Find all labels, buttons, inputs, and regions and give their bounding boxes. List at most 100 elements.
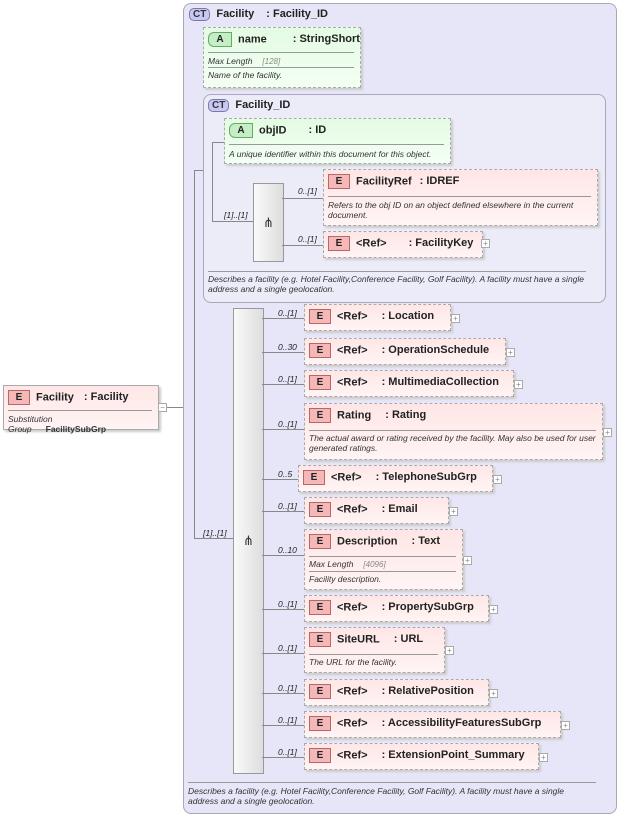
element-badge: E [328,174,350,189]
element-url[interactable]: E SiteURL: URL The URL for the facility. [304,627,445,673]
multiplicity: 0..[1] [278,715,297,725]
element-type: : Email [381,503,418,516]
expand-icon[interactable]: + [493,474,502,484]
multiplicity: 0..30 [278,342,297,352]
element-location[interactable]: E <Ref>: Location [304,304,451,331]
multiplicity: 0..[1] [278,683,297,693]
multiplicity: 0..[1] [278,643,297,653]
element-extensionpoint_summary[interactable]: E <Ref>: ExtensionPoint_Summary [304,743,539,770]
element-badge: E [309,343,331,358]
complex-type-description: Describes a facility (e.g. Hotel Facilit… [188,786,565,806]
complex-type-name: Facility [216,8,255,20]
expand-icon[interactable]: + [445,646,454,655]
complex-type-badge: CT [208,99,230,112]
element-badge: E [309,600,331,615]
element-badge: E [309,632,331,647]
complex-type-description: Describes a facility (e.g. Hotel Facilit… [208,274,585,294]
sequence-compositor[interactable]: ⋔ [253,183,284,262]
element-type: : FacilityKey [408,237,474,250]
element-type: : Location [381,310,435,323]
expand-icon[interactable]: + [506,347,515,357]
element-type: : AccessibilityFeaturesSubGrp [381,717,542,730]
complex-type-type: : Facility_ID [266,8,328,20]
sequence-icon: ⋔ [263,214,274,230]
element-name: <Ref> [337,344,368,357]
element-multimediacollection[interactable]: E <Ref>: MultimediaCollection [304,370,514,397]
complex-type-name: Facility_ID [235,99,291,111]
element-name: <Ref> [337,717,368,730]
expand-icon[interactable]: + [489,604,498,614]
expand-icon[interactable]: + [561,720,570,730]
element-name: SiteURL [337,633,380,646]
element-name: <Ref> [337,376,368,389]
element-type: : IDREF [419,175,460,188]
element-name: <Ref> [337,685,368,698]
expand-icon[interactable]: + [539,752,548,762]
element-badge: E [8,390,30,405]
element-name: FacilityRef [356,175,412,188]
multiplicity: 0..[1] [298,186,317,196]
multiplicity: 0..[1] [278,747,297,757]
element-operationschedule[interactable]: E <Ref>: OperationSchedule [304,338,506,365]
max-length-value: [128] [262,57,281,66]
attribute-badge: A [229,123,253,138]
element-description: Facility description. [309,574,382,584]
element-type: : Text [411,535,441,548]
element-type: : Facility [83,391,129,404]
element-relativeposition[interactable]: E <Ref>: RelativePosition [304,679,489,706]
element-description: The actual award or rating received by t… [309,433,596,453]
element-name: <Ref> [331,471,362,484]
element-name: <Ref> [356,237,387,250]
element-type: : Rating [385,409,427,422]
attribute-type: : ID [308,124,327,137]
element-telephonesubgrp[interactable]: E <Ref> : TelephoneSubGrp [298,465,493,492]
element-badge: E [309,684,331,699]
multiplicity: 0..[1] [278,419,297,429]
multiplicity: 0..5 [278,469,293,479]
expand-icon[interactable]: + [449,506,458,516]
expand-icon[interactable]: + [489,688,498,698]
element-badge: E [303,470,325,485]
element-name: Description [337,535,398,548]
element-description: The URL for the facility. [309,657,398,667]
expand-icon[interactable]: + [514,379,523,389]
element-accessibilityfeaturessubgrp[interactable]: E <Ref>: AccessibilityFeaturesSubGrp [304,711,561,738]
multiplicity: [1]..[1] [224,210,248,220]
attribute-name-label: objID [259,124,287,137]
element-propertysubgrp[interactable]: E <Ref> : PropertySubGrp [304,595,489,622]
facility-element[interactable]: E Facility: Facility Substitution Group Fa… [3,385,159,434]
expand-icon[interactable]: + [603,427,612,437]
element-type: : ExtensionPoint_Summary [381,749,525,762]
element-name: <Ref> [337,310,368,323]
expand-icon[interactable]: + [481,239,490,248]
attribute-objid[interactable]: AobjID : ID A unique identifier within th… [224,118,451,164]
element-badge: E [309,534,331,549]
element-badge: E [309,408,331,423]
element-facilityref[interactable]: E FacilityRef: IDREF Refers to the obj ID… [323,169,598,226]
element-email[interactable]: E <Ref>: Email [304,497,449,524]
element-name: Facility [36,391,74,404]
element-badge: E [328,236,350,251]
multiplicity: 0..[1] [278,501,297,511]
element-facilitykey[interactable]: E <Ref> : FacilityKey [323,231,483,258]
attribute-description: A unique identifier within this document… [229,149,432,159]
max-length-value: [4096] [363,560,386,569]
element-type: : MultimediaCollection [381,376,499,389]
element-name: <Ref> [337,601,368,614]
multiplicity: 0..[1] [278,308,297,318]
multiplicity: 0..[1] [298,234,317,244]
element-name: Rating [337,409,372,422]
element-text[interactable]: E Description: Text Max Length [4096] Facili… [304,529,463,590]
element-rating[interactable]: E Rating : Rating The actual award or ratin… [304,403,603,460]
expand-icon[interactable]: + [451,313,460,323]
element-badge: E [309,502,331,517]
collapse-icon[interactable]: − [158,403,167,412]
sequence-icon: ⋔ [243,533,254,548]
element-type: : PropertySubGrp [381,601,474,614]
attribute-name[interactable]: Aname: StringShort Max Length [128] Name … [203,27,361,88]
expand-icon[interactable]: + [463,555,472,565]
element-type: : TelephoneSubGrp [375,471,477,484]
multiplicity: 0..[1] [278,374,297,384]
sequence-compositor[interactable]: ⋔ [233,308,264,774]
max-length-label: Max Length [208,56,253,66]
